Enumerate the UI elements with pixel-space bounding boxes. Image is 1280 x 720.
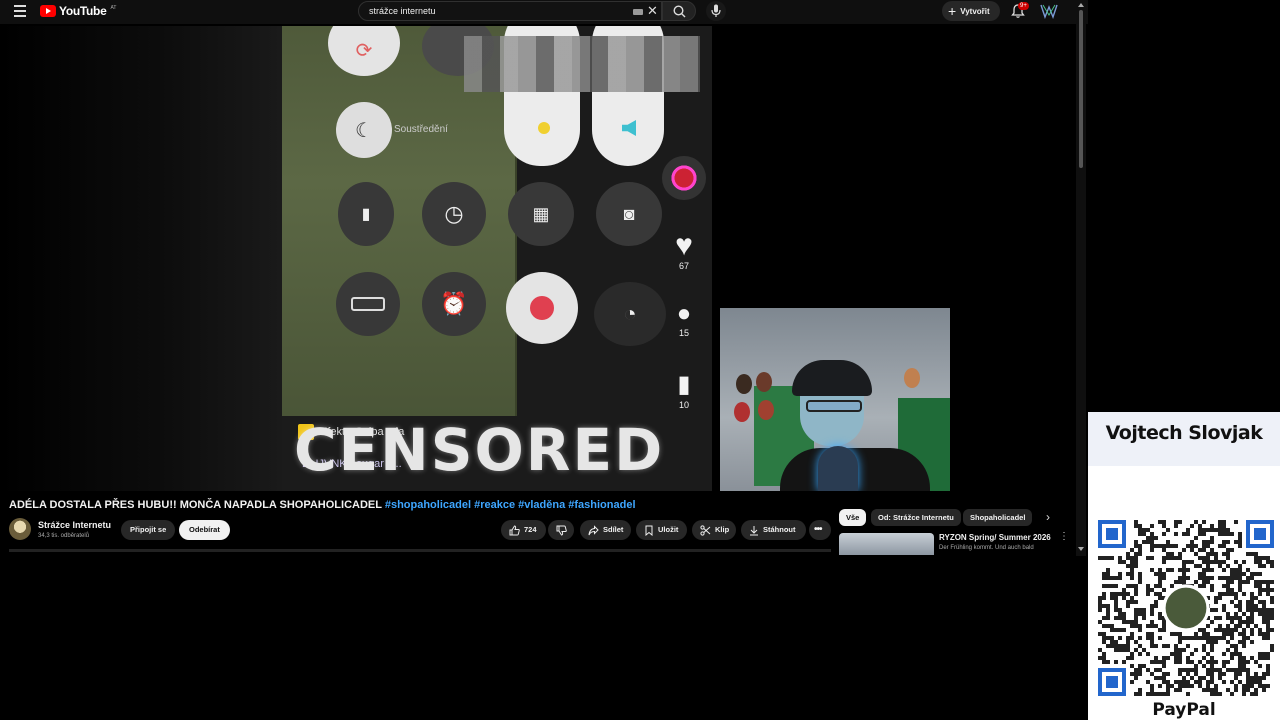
mask-decoration	[734, 402, 750, 422]
chip-from-channel[interactable]: Od: Strážce Internetu	[871, 509, 961, 526]
chevron-right-icon[interactable]: ›	[1046, 510, 1050, 524]
focus-mode-label: Soustředění	[394, 124, 448, 135]
search-icon	[673, 5, 686, 18]
video-player[interactable]: ⟳ ☾ Soustředění ▮ ◷ ▦ ◙ ⏰ ◔ ♥ 67 ● 15 ▮ 10 …	[0, 26, 1076, 491]
clip-label: Klip	[715, 525, 730, 534]
record-icon	[506, 272, 578, 344]
share-icon	[588, 524, 599, 535]
download-label: Stáhnout	[763, 525, 796, 534]
scissors-icon	[700, 524, 711, 536]
channel-avatar[interactable]	[9, 518, 31, 540]
like-button[interactable]: 724	[501, 520, 546, 540]
search-button[interactable]	[662, 1, 696, 21]
video-title-text: ADÉLA DOSTALA PŘES HUBU!! MONČA NAPADLA …	[9, 499, 385, 511]
censored-overlay: CENSORED	[294, 416, 665, 484]
youtube-play-icon	[40, 5, 56, 17]
save-count: 10	[678, 400, 689, 410]
webcam-overlay	[720, 308, 950, 491]
creator-avatar-icon	[662, 156, 706, 200]
mask-decoration	[758, 400, 774, 420]
moon-icon: ☾	[336, 102, 392, 158]
comment-count: 15	[678, 328, 689, 338]
subscriber-count: 34,3 tis. odběratelů	[38, 533, 90, 539]
recommended-thumbnail[interactable]	[839, 533, 934, 555]
payment-label: PayPal	[1152, 700, 1216, 720]
scroll-up-arrow[interactable]	[1078, 3, 1084, 7]
camera-icon: ◙	[596, 182, 662, 246]
logo-text: YouTube	[59, 4, 107, 18]
download-button[interactable]: Stáhnout	[741, 520, 806, 540]
join-button[interactable]: Připojit se	[121, 520, 176, 540]
scroll-down-arrow[interactable]	[1078, 547, 1084, 551]
youtube-logo[interactable]: YouTube AT	[40, 4, 116, 18]
share-button[interactable]: Sdílet	[580, 520, 631, 540]
notification-badge: 9+	[1018, 2, 1029, 10]
comment-icon: ● 15	[666, 300, 702, 338]
plus-icon: +	[948, 3, 957, 19]
search-input[interactable]	[359, 6, 619, 16]
youtube-page: YouTube AT ✕ + Vytvořit 9+ ⟳	[0, 0, 1088, 720]
thumbs-down-icon	[556, 525, 567, 536]
description-divider	[9, 549, 831, 552]
battery-icon	[336, 272, 400, 336]
create-button[interactable]: + Vytvořit	[942, 1, 1000, 21]
mask-decoration	[756, 372, 772, 392]
clock-icon: ◔	[594, 282, 666, 346]
bookmark-icon: ▮ 10	[666, 370, 702, 410]
thumbs-up-icon	[509, 524, 520, 535]
chip-shopaholicadel[interactable]: Shopaholicadel	[963, 509, 1033, 526]
menu-icon[interactable]	[14, 5, 26, 17]
paypal-qr-code	[1098, 520, 1274, 696]
bookmark-save-icon	[645, 525, 653, 536]
download-icon	[750, 525, 758, 535]
timer-icon: ◷	[422, 182, 486, 246]
donor-name: Vojtech Slovjak	[1105, 422, 1263, 444]
country-code: AT	[110, 5, 117, 11]
like-icon: ♥ 67	[666, 231, 702, 272]
keyboard-icon[interactable]	[633, 9, 643, 15]
recommended-subtitle: Der Frühling kommt. Und auch bald	[939, 545, 1034, 551]
recommended-title[interactable]: RYZON Spring/ Summer 2026	[939, 533, 1051, 542]
mask-decoration	[904, 368, 920, 388]
like-count-label: 724	[524, 525, 537, 534]
dislike-button[interactable]	[548, 520, 574, 540]
channel-name[interactable]: Strážce Internetu	[38, 520, 111, 530]
save-button[interactable]: Uložit	[636, 520, 687, 540]
sun-icon	[538, 122, 550, 134]
more-actions-button[interactable]: •••	[809, 520, 831, 540]
create-label: Vytvořit	[960, 6, 990, 16]
more-vert-icon[interactable]: ⋮	[1059, 532, 1069, 542]
scrollbar[interactable]	[1076, 0, 1086, 556]
voice-search-button[interactable]	[706, 1, 726, 21]
account-avatar[interactable]	[1040, 3, 1058, 19]
share-label: Sdílet	[603, 525, 624, 534]
scroll-thumb[interactable]	[1079, 10, 1083, 168]
more-icon: •••	[814, 524, 822, 535]
player-letterbox-left	[0, 26, 282, 491]
calculator-icon: ▦	[508, 182, 574, 246]
pixelated-area	[464, 36, 700, 92]
podcast-microphone	[818, 446, 858, 491]
microphone-icon	[711, 4, 721, 17]
donation-panel: Vojtech Slovjak PayPal	[1088, 412, 1280, 720]
like-count: 67	[678, 261, 689, 271]
clear-icon[interactable]: ✕	[647, 3, 658, 19]
save-label: Uložit	[658, 525, 679, 534]
chip-all[interactable]: Vše	[839, 509, 867, 526]
clip-button[interactable]: Klip	[692, 520, 736, 540]
stream-overlay-blank	[1088, 0, 1280, 412]
flashlight-icon: ▮	[338, 182, 394, 246]
alarm-icon: ⏰	[422, 272, 486, 336]
subscribe-button[interactable]: Odebírat	[179, 520, 230, 540]
top-bar: YouTube AT ✕ + Vytvořit 9+	[0, 0, 1088, 24]
mask-decoration	[736, 374, 752, 394]
person-glasses	[806, 400, 862, 412]
video-title: ADÉLA DOSTALA PŘES HUBU!! MONČA NAPADLA …	[9, 499, 636, 511]
video-hashtags[interactable]: #shopaholicadel #reakce #vladěna #fashio…	[385, 499, 636, 511]
search-box: ✕	[358, 1, 662, 21]
video-frame: ⟳ ☾ Soustředění ▮ ◷ ▦ ◙ ⏰ ◔ ♥ 67 ● 15 ▮ 10 …	[282, 26, 712, 491]
